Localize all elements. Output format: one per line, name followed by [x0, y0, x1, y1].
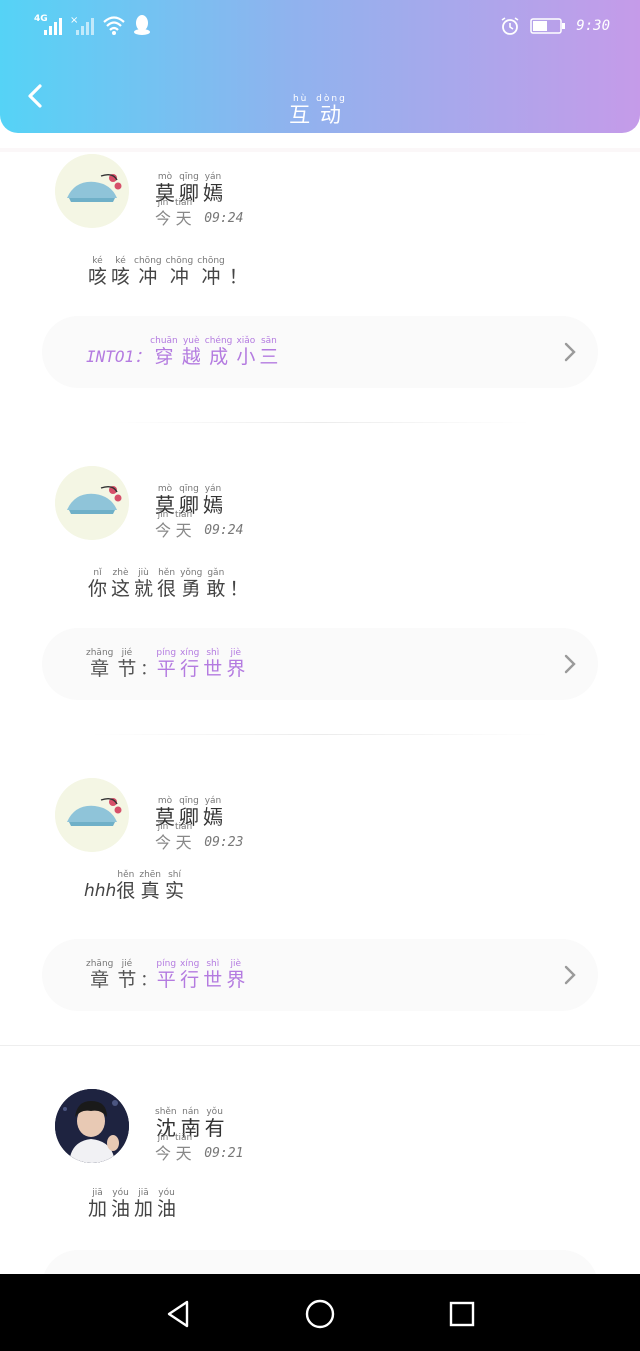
chapter-link-label: zhāng 章 jié 节 ： píng 平 xíng 行 shì 世 jiè 界 — [86, 959, 246, 991]
timestamp: jīn 今 tiān 天 09:24 — [155, 198, 244, 228]
title-bar: hù 互 dòng 动 — [0, 78, 640, 126]
interaction-feed[interactable]: mò 莫 qīng 卿 yán 嫣 jīn 今 tiān 天 09:24 ké 咳 ké 咳 … — [0, 148, 640, 1274]
message-text: nǐ 你 zhè 这 jiù 就 hěn 很 yǒng 勇 gǎn 敢 ！ — [88, 568, 249, 600]
chapter-link-colon: ： — [140, 659, 157, 678]
chapter-link-prefix: INTO1： — [86, 347, 151, 366]
alarm-clock-icon — [500, 16, 520, 36]
chapter-link[interactable]: INTO1： chuān 穿 yuè 越 chéng 成 xiǎo 小 sān 三 — [42, 316, 598, 388]
status-bar: 4G × 9:30 — [0, 0, 640, 54]
message-text: hhh hěn 很 zhēn 真 shí 实 — [84, 870, 185, 902]
wifi-icon — [102, 14, 126, 36]
user-avatar[interactable] — [55, 466, 129, 540]
status-time: 9:30 — [576, 18, 610, 34]
system-navigation-bar — [0, 1274, 640, 1351]
svg-text:×: × — [70, 15, 78, 26]
chevron-right-icon — [564, 654, 576, 674]
timestamp: jīn 今 tiān 天 09:21 — [155, 1133, 244, 1163]
chapter-link-colon: ： — [140, 970, 157, 989]
card-divider — [0, 1045, 640, 1046]
time-text: 09:21 — [204, 1146, 244, 1161]
time-text: 09:24 — [204, 523, 244, 538]
status-left-icons: 4G × — [34, 14, 152, 36]
qq-penguin-icon — [132, 14, 152, 36]
app-header: 4G × 9:30 hù 互 dòng 动 — [0, 0, 640, 133]
triangle-back-icon — [167, 1300, 189, 1328]
fish-hairclip-avatar-image — [55, 778, 129, 852]
nav-back-button[interactable] — [158, 1294, 198, 1334]
card-divider — [90, 734, 550, 735]
chapter-link[interactable]: zhāng 章 jié 节 ： píng 平 xíng 行 shì 世 jiè 界 — [42, 628, 598, 700]
message-latin-text: hhh — [84, 881, 117, 901]
status-right-icons: 9:30 — [500, 16, 610, 36]
message-text: jiā 加 yóu 油 jiā 加 yóu 油 — [88, 1188, 177, 1220]
chapter-link[interactable] — [42, 1250, 598, 1274]
title-char: hù 互 — [289, 94, 313, 127]
fish-hairclip-avatar-image — [55, 466, 129, 540]
nav-home-button[interactable] — [300, 1294, 340, 1334]
chapter-link[interactable]: zhāng 章 jié 节 ： píng 平 xíng 行 shì 世 jiè 界 — [42, 939, 598, 1011]
person-photo-avatar-image — [55, 1089, 129, 1163]
chevron-right-icon — [564, 342, 576, 362]
message-text: ké 咳 ké 咳 chōng 冲 chōng 冲 chōng 冲 ！ — [88, 256, 248, 288]
title-char: dòng 动 — [316, 94, 347, 127]
timestamp: jīn 今 tiān 天 09:23 — [155, 822, 244, 852]
square-recents-icon — [449, 1301, 475, 1327]
page-title-text: hù 互 dòng 动 — [289, 94, 351, 126]
time-text: 09:23 — [204, 835, 244, 850]
user-avatar[interactable] — [55, 1089, 129, 1163]
page-title: hù 互 dòng 动 — [0, 82, 640, 126]
fish-hairclip-avatar-image — [55, 154, 129, 228]
chapter-link-label: INTO1： chuān 穿 yuè 越 chéng 成 xiǎo 小 sān 三 — [86, 336, 279, 368]
chevron-right-icon — [564, 965, 576, 985]
circle-home-icon — [305, 1299, 335, 1329]
signal-no-sim-icon: × — [70, 14, 96, 36]
time-text: 09:24 — [204, 211, 244, 226]
card-divider — [110, 422, 530, 423]
user-avatar[interactable] — [55, 778, 129, 852]
nav-recents-button[interactable] — [442, 1294, 482, 1334]
timestamp: jīn 今 tiān 天 09:24 — [155, 510, 244, 540]
chapter-link-label: zhāng 章 jié 节 ： píng 平 xíng 行 shì 世 jiè 界 — [86, 648, 246, 680]
signal-4g-icon: 4G — [34, 14, 64, 36]
user-avatar[interactable] — [55, 154, 129, 228]
battery-icon — [530, 17, 566, 35]
